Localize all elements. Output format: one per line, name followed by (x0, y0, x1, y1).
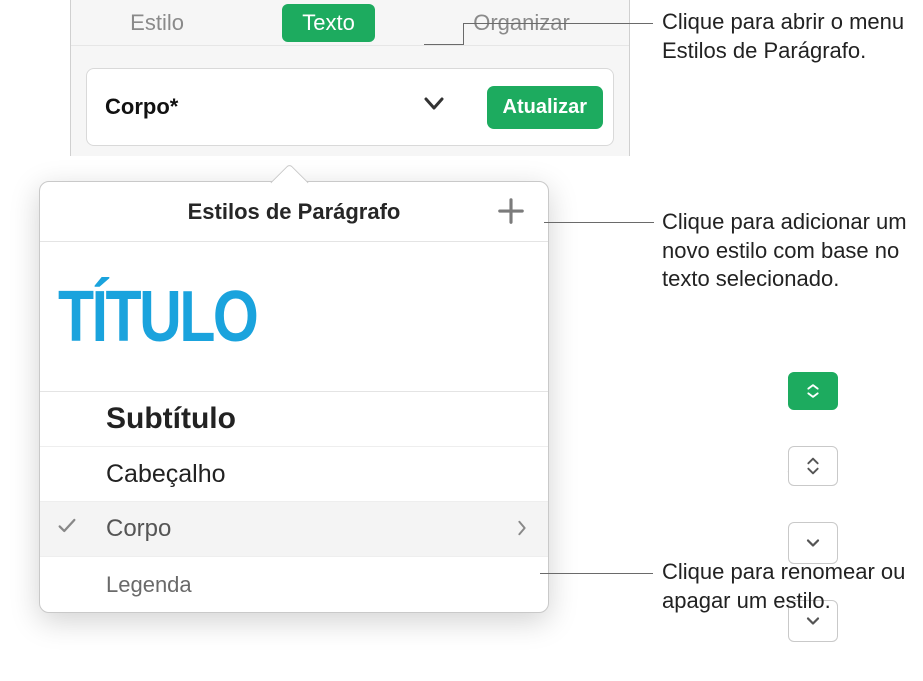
style-preview: TÍTULO (40, 242, 548, 392)
style-item-label: Corpo (106, 515, 171, 543)
hidden-popup-green[interactable] (788, 372, 838, 410)
paragraph-style-selector[interactable]: Corpo* Atualizar (86, 68, 614, 146)
popover-title: Estilos de Parágrafo (188, 199, 401, 225)
leader-line (424, 44, 464, 45)
leader-line (540, 573, 653, 574)
checkmark-icon (56, 515, 78, 544)
callout-rename-delete: Clique para renomear ou apagar um estilo… (662, 558, 922, 615)
style-item-caption[interactable]: Legenda (40, 557, 548, 612)
leader-line (544, 222, 654, 223)
style-item-label: Legenda (106, 572, 192, 598)
preview-title-text: TÍTULO (58, 276, 256, 358)
chevron-right-icon[interactable] (514, 515, 530, 543)
style-item-subtitle[interactable]: Subtítulo (40, 392, 548, 447)
plus-icon[interactable] (496, 196, 526, 231)
style-item-label: Subtítulo (106, 402, 236, 436)
tab-text[interactable]: Texto (282, 4, 375, 42)
hidden-controls (788, 372, 838, 678)
leader-line (463, 24, 464, 44)
style-item-body[interactable]: Corpo (40, 502, 548, 557)
style-item-label: Cabeçalho (106, 460, 226, 489)
style-item-heading[interactable]: Cabeçalho (40, 447, 548, 502)
leader-line (463, 23, 653, 24)
tab-style[interactable]: Estilo (110, 4, 204, 42)
chevron-down-icon[interactable] (422, 91, 446, 120)
callout-add-style: Clique para adicionar um novo estilo com… (662, 208, 922, 294)
callout-open-menu: Clique para abrir o menu Estilos de Pará… (662, 8, 922, 65)
popover-header: Estilos de Parágrafo (40, 182, 548, 242)
update-style-button[interactable]: Atualizar (487, 86, 603, 129)
hidden-stepper[interactable] (788, 446, 838, 486)
paragraph-styles-popover: Estilos de Parágrafo TÍTULO Subtítulo Ca… (39, 181, 549, 613)
